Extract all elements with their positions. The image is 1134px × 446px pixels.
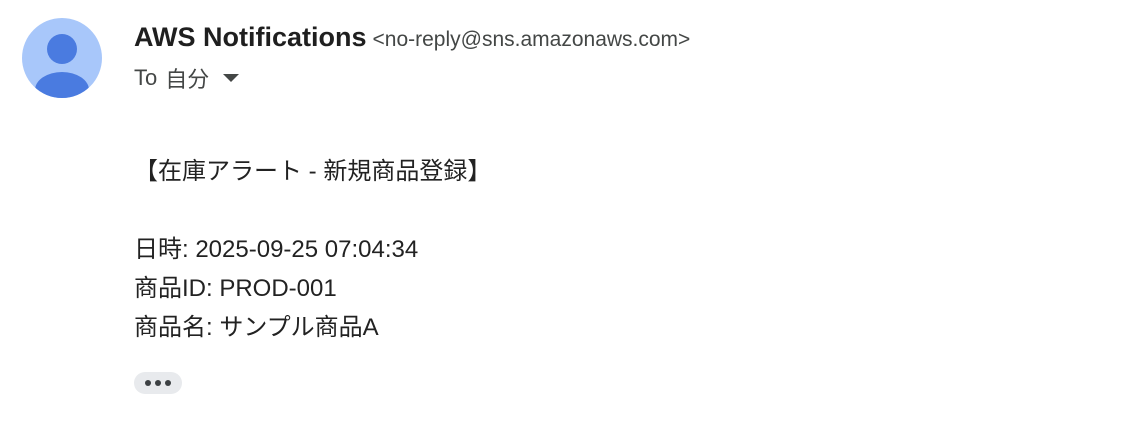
- recipient-prefix: To: [134, 65, 158, 90]
- recipient-details-toggle[interactable]: To 自分: [134, 62, 240, 94]
- person-icon: [35, 34, 89, 98]
- sender-name[interactable]: AWS Notifications: [134, 22, 367, 52]
- sender-email: <no-reply@sns.amazonaws.com>: [372, 28, 691, 51]
- ellipsis-icon-dot: [155, 380, 161, 386]
- ellipsis-icon: [145, 380, 151, 386]
- recipient-name: 自分: [165, 67, 210, 92]
- message-title: 【在庫アラート - 新規商品登録】: [134, 158, 492, 185]
- sender-line: AWS Notifications <no-reply@sns.amazonaws…: [134, 20, 690, 59]
- message-product-name: 商品名: サンプル商品A: [134, 314, 379, 341]
- sender-avatar[interactable]: [22, 18, 102, 98]
- caret-down-icon[interactable]: [223, 74, 240, 82]
- show-trimmed-content-button[interactable]: [134, 372, 182, 394]
- ellipsis-icon-dot: [165, 380, 171, 386]
- message-datetime: 日時: 2025-09-25 07:04:34: [134, 236, 419, 263]
- message-product-id: 商品ID: PROD-001: [134, 275, 337, 302]
